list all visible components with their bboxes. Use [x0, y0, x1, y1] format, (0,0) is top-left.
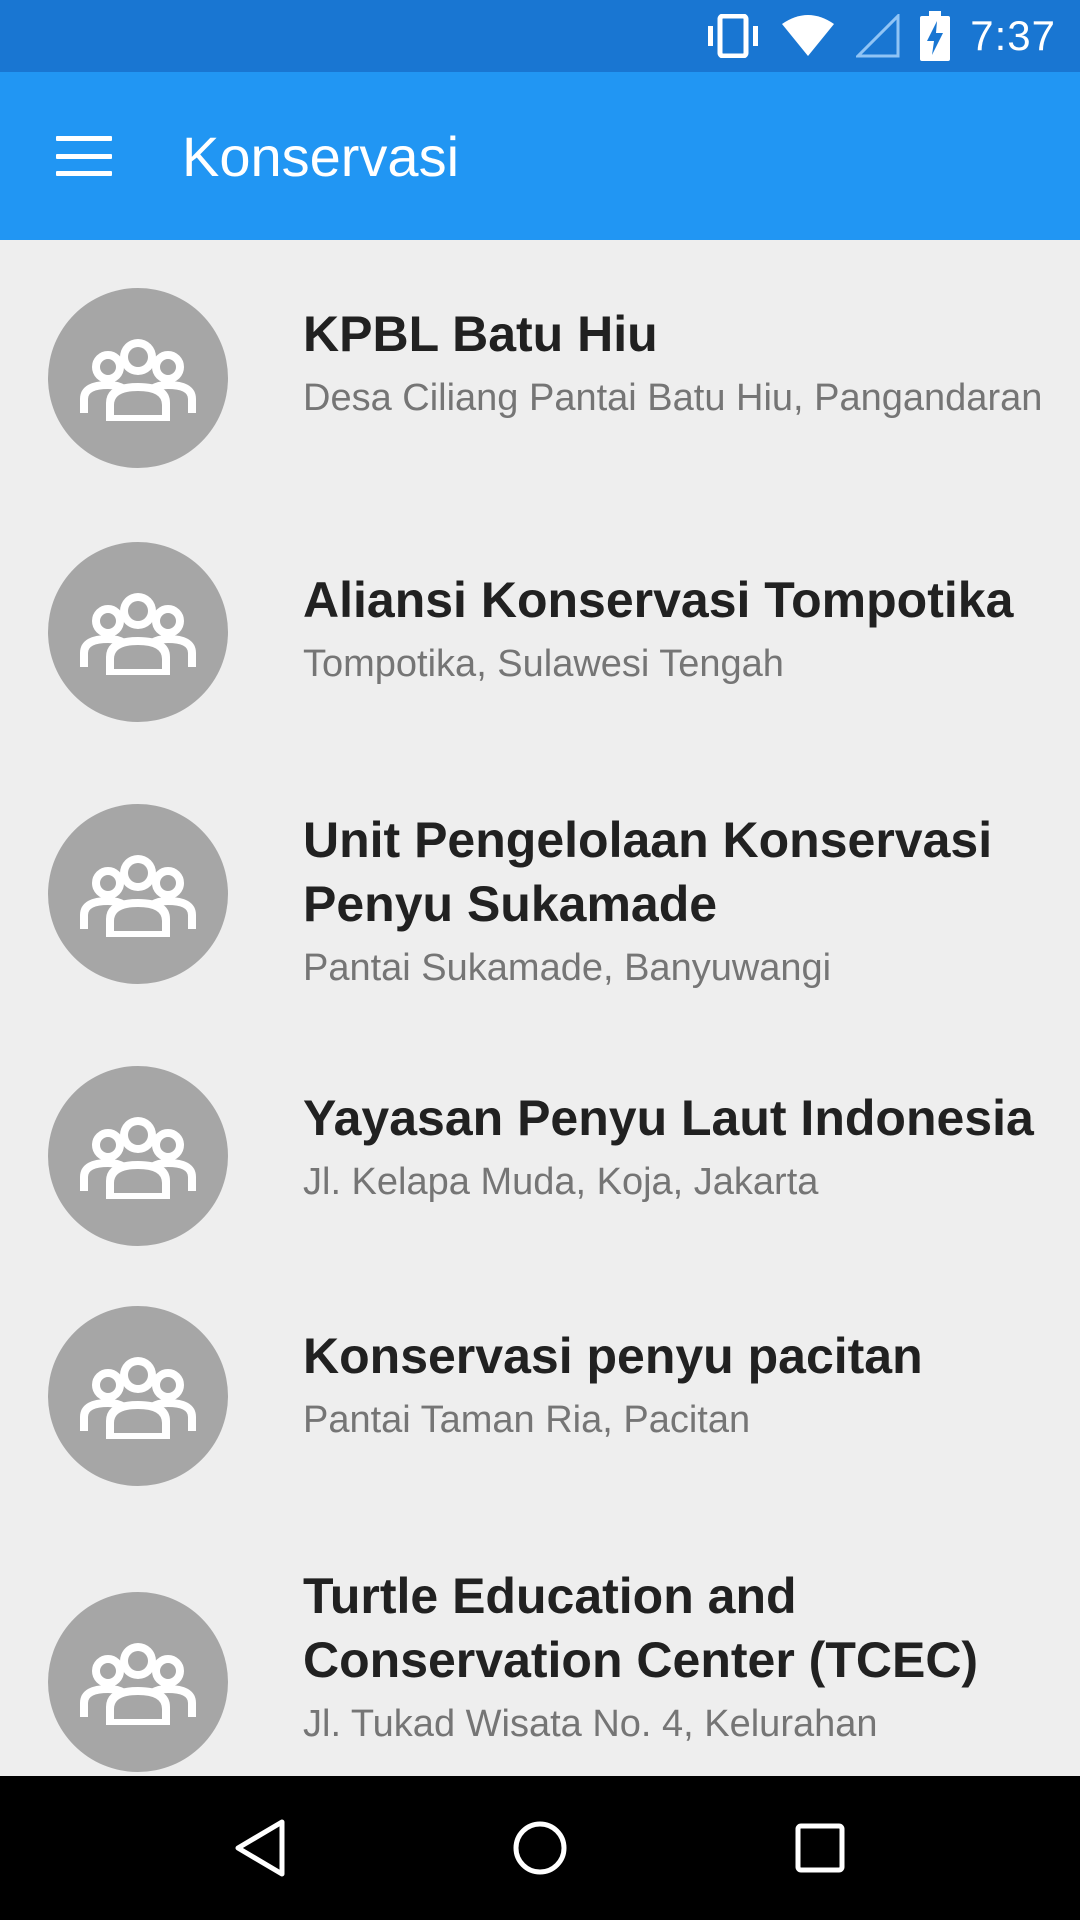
item-title: KPBL Batu Hiu [303, 306, 658, 362]
item-subtitle: Jl. Kelapa Muda, Koja, Jakarta [303, 1161, 819, 1203]
group-icon [48, 1306, 228, 1486]
group-icon [48, 288, 228, 468]
item-title: Aliansi Konservasi Tompotika [303, 572, 1014, 628]
app-bar: Konservasi [0, 72, 1080, 240]
battery-charging-icon [920, 11, 951, 61]
list-item[interactable]: KPBL Batu Hiu Desa Ciliang Pantai Batu H… [0, 240, 1080, 508]
status-bar: 7:37 [0, 0, 1080, 72]
list-item[interactable]: Unit Pengelolaan Konservasi Penyu Sukama… [0, 762, 1080, 1026]
item-title: Yayasan Penyu Laut Indonesia [303, 1090, 1034, 1146]
menu-icon[interactable] [56, 136, 112, 176]
list-item[interactable]: Yayasan Penyu Laut Indonesia Jl. Kelapa … [0, 1026, 1080, 1266]
signal-icon [856, 14, 900, 58]
item-subtitle: Pantai Taman Ria, Pacitan [303, 1399, 751, 1441]
group-icon [48, 1066, 228, 1246]
item-title: Unit Pengelolaan Konservasi Penyu Sukama… [303, 812, 993, 932]
list-item[interactable]: Turtle Education and Conservation Center… [0, 1542, 1080, 1776]
group-icon [48, 1592, 228, 1772]
item-subtitle: Pantai Sukamade, Banyuwangi [303, 947, 832, 989]
page-title: Konservasi [182, 124, 460, 188]
group-icon [48, 542, 228, 722]
item-subtitle: Tompotika, Sulawesi Tengah [303, 643, 784, 685]
recents-icon[interactable] [775, 1803, 865, 1893]
back-icon[interactable] [215, 1803, 305, 1893]
organization-list: KPBL Batu Hiu Desa Ciliang Pantai Batu H… [0, 240, 1080, 1776]
navigation-bar [0, 1776, 1080, 1920]
item-title: Konservasi penyu pacitan [303, 1328, 923, 1384]
group-icon [48, 804, 228, 984]
list-item[interactable]: Konservasi penyu pacitan Pantai Taman Ri… [0, 1266, 1080, 1542]
item-title: Turtle Education and Conservation Center… [303, 1568, 979, 1688]
item-subtitle: Jl. Tukad Wisata No. 4, Kelurahan [303, 1703, 878, 1745]
list-item[interactable]: Aliansi Konservasi Tompotika Tompotika, … [0, 508, 1080, 762]
item-subtitle: Desa Ciliang Pantai Batu Hiu, Pangandara… [303, 377, 1043, 419]
status-time: 7:37 [970, 12, 1056, 59]
wifi-icon [780, 14, 836, 58]
vibrate-icon [706, 14, 760, 58]
home-icon[interactable] [495, 1803, 585, 1893]
